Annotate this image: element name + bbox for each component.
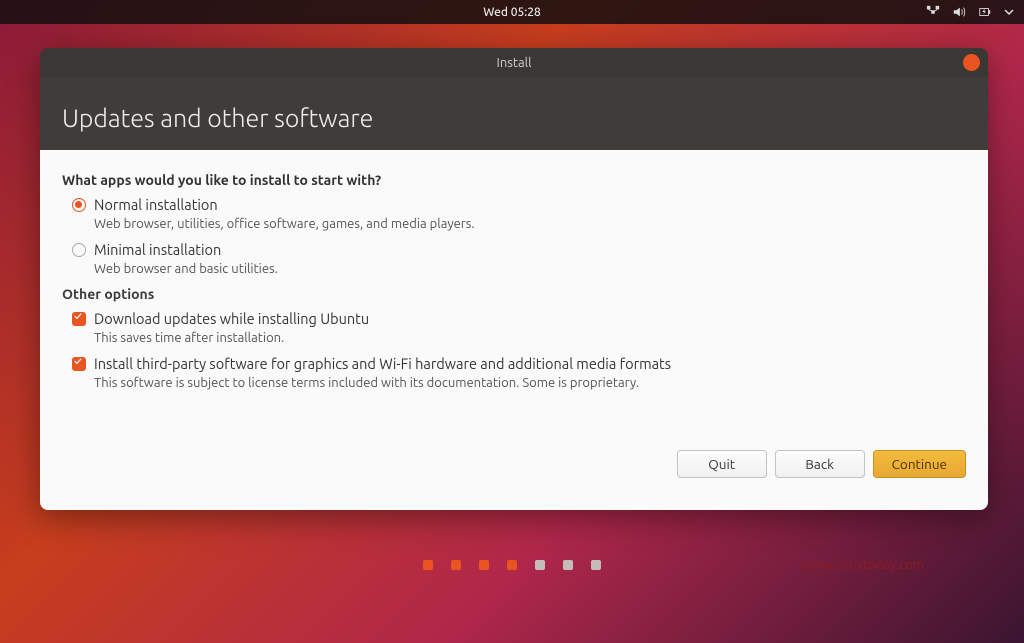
thirdparty-hint: This software is subject to license term… [94, 376, 966, 390]
system-tray [926, 5, 1014, 19]
check-label: Download updates while installing Ubuntu [94, 310, 369, 327]
quit-button[interactable]: Quit [677, 450, 767, 478]
progress-indicator [423, 560, 601, 570]
other-options-title: Other options [62, 286, 966, 302]
progress-dot-active [423, 560, 433, 570]
volume-icon[interactable] [952, 5, 966, 19]
radio-label: Normal installation [94, 196, 218, 213]
checkbox-icon [72, 357, 86, 371]
radio-label: Minimal installation [94, 241, 221, 258]
continue-button[interactable]: Continue [873, 450, 966, 478]
progress-dot-inactive [591, 560, 601, 570]
progress-dot-active [451, 560, 461, 570]
radio-normal-install[interactable]: Normal installation [72, 196, 966, 213]
back-button[interactable]: Back [775, 450, 865, 478]
check-label: Install third-party software for graphic… [94, 355, 671, 372]
progress-dot-active [479, 560, 489, 570]
progress-dot-active [507, 560, 517, 570]
window-titlebar: Install [40, 48, 988, 78]
progress-dot-inactive [563, 560, 573, 570]
battery-icon[interactable] [978, 5, 992, 19]
page-title: Updates and other software [62, 104, 968, 132]
close-icon[interactable] [963, 54, 980, 71]
window-content: What apps would you like to install to s… [40, 150, 988, 510]
watermark: www.linuxtoday.com [801, 558, 924, 572]
check-thirdparty[interactable]: Install third-party software for graphic… [72, 355, 966, 372]
normal-hint: Web browser, utilities, office software,… [94, 217, 966, 231]
check-download-updates[interactable]: Download updates while installing Ubuntu [72, 310, 966, 327]
window-title: Install [497, 56, 532, 70]
button-row: Quit Back Continue [62, 450, 966, 478]
network-icon[interactable] [926, 5, 940, 19]
updates-hint: This saves time after installation. [94, 331, 966, 345]
minimal-hint: Web browser and basic utilities. [94, 262, 966, 276]
system-topbar: Wed 05:28 [0, 0, 1024, 24]
radio-icon [72, 243, 86, 257]
radio-icon [72, 198, 86, 212]
checkbox-icon [72, 312, 86, 326]
radio-minimal-install[interactable]: Minimal installation [72, 241, 966, 258]
dropdown-arrow-icon[interactable] [1004, 7, 1014, 17]
apps-question: What apps would you like to install to s… [62, 172, 966, 188]
install-window: Install Updates and other software What … [40, 48, 988, 510]
clock: Wed 05:28 [483, 6, 541, 19]
progress-dot-inactive [535, 560, 545, 570]
window-header: Updates and other software [40, 78, 988, 150]
